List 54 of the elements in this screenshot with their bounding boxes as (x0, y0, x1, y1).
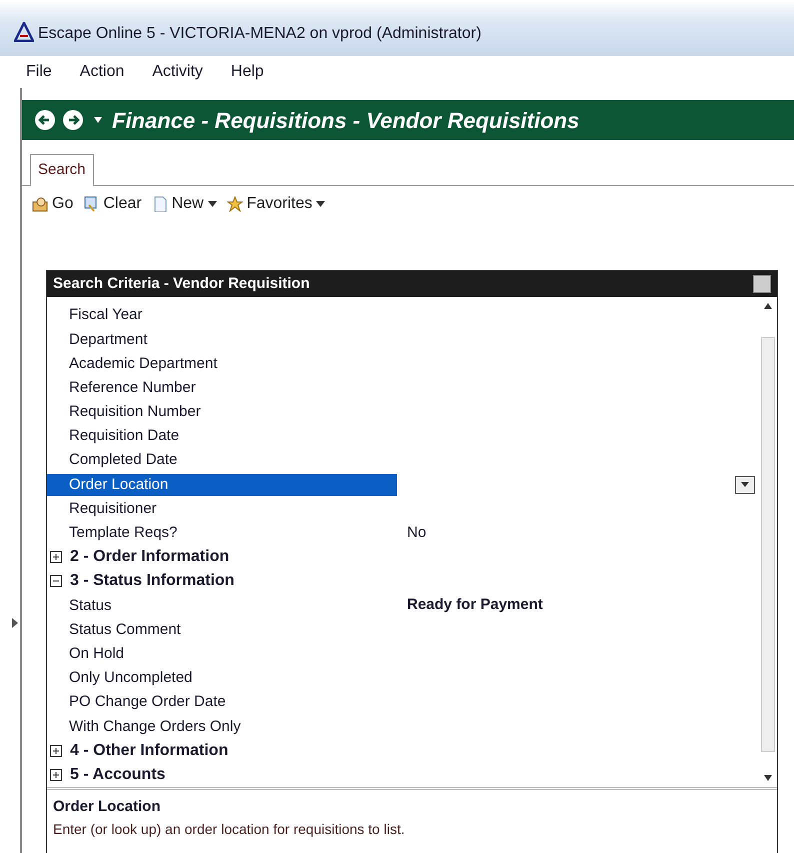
page-title: Finance - Requisitions - Vendor Requisitions (112, 106, 580, 135)
caret-icon (741, 482, 749, 488)
property-label[interactable]: Only Uncompleted (47, 667, 397, 690)
expand-icon[interactable] (50, 551, 62, 564)
property-label[interactable]: Requisition Date (47, 425, 397, 448)
toolbar-button[interactable]: Go (32, 192, 74, 216)
menu-item[interactable]: File (26, 60, 52, 84)
property-label[interactable]: Department (47, 328, 397, 351)
group-header[interactable]: 5 - Accounts (70, 762, 166, 787)
close-icon[interactable] (753, 274, 771, 293)
clear-icon (83, 196, 100, 212)
scroll-up-icon[interactable] (764, 303, 772, 310)
menu-item[interactable]: Action (80, 60, 124, 84)
property-label[interactable]: With Change Orders Only (47, 716, 397, 738)
expand-icon[interactable] (50, 744, 62, 757)
toolbar-button[interactable]: Clear (83, 192, 142, 216)
help-title: Order Location (53, 797, 162, 817)
panel-title: Search Criteria - Vendor Requisition (53, 274, 310, 294)
property-label[interactable]: Academic Department (47, 352, 397, 375)
expand-arrow-icon[interactable] (12, 618, 18, 628)
property-label[interactable]: On Hold (47, 642, 397, 665)
property-label[interactable]: Status Comment (47, 618, 397, 641)
toolbar-button[interactable]: New (152, 192, 217, 216)
property-label[interactable]: Fiscal Year (47, 304, 397, 326)
property-label[interactable]: Completed Date (47, 449, 397, 472)
property-value: No (406, 522, 426, 543)
group-header[interactable]: 4 - Other Information (70, 738, 228, 763)
property-value: Ready for Payment (406, 595, 543, 616)
menu-item[interactable]: Help (230, 60, 264, 84)
property-label[interactable]: Reference Number (47, 376, 397, 399)
property-label[interactable]: Requisitioner (47, 498, 397, 520)
star-icon (226, 196, 243, 212)
forward-icon[interactable] (62, 109, 84, 131)
property-label[interactable]: Order Location (47, 474, 397, 496)
help-text: Enter (or look up) an order location for requisitions to list. (53, 820, 406, 839)
window-title: Escape Online 5 - VICTORIA-MENA2 on vprod (Administrator) (38, 24, 482, 44)
property-label[interactable]: PO Change Order Date (47, 691, 397, 714)
expand-icon[interactable] (50, 768, 62, 781)
scroll-down-icon[interactable] (764, 775, 772, 781)
app-logo-icon (14, 22, 34, 42)
collapse-icon[interactable] (50, 575, 62, 588)
menu-item[interactable]: Activity (152, 60, 203, 84)
back-icon[interactable] (34, 109, 56, 131)
property-label[interactable]: Template Reqs? (47, 522, 397, 544)
dropdown-button[interactable] (735, 476, 755, 494)
group-header[interactable]: 2 - Order Information (70, 545, 230, 570)
tab[interactable]: Search (30, 154, 94, 186)
document-icon (152, 196, 168, 212)
group-header[interactable]: 3 - Status Information (70, 569, 234, 594)
toolbar-button[interactable]: Favorites (226, 192, 326, 216)
property-label[interactable]: Status (47, 594, 397, 617)
folder-icon (32, 196, 48, 212)
property-label[interactable]: Requisition Number (47, 401, 397, 424)
caret-icon[interactable] (94, 117, 102, 123)
